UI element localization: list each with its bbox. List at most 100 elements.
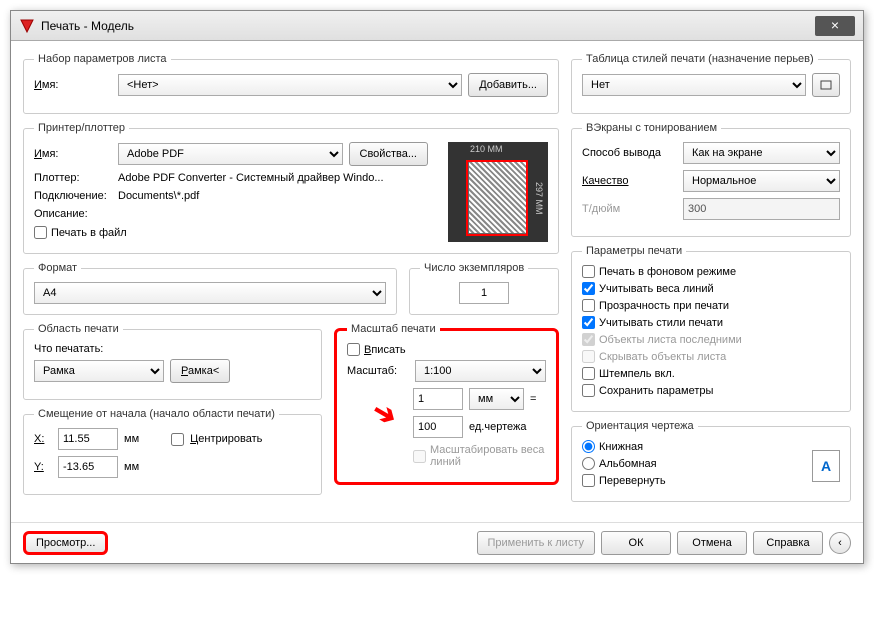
printer-legend: Принтер/плоттер xyxy=(34,122,129,134)
shade-mode-select[interactable]: Как на экране xyxy=(683,142,840,164)
scale-drawing-label: ед.чертежа xyxy=(469,421,526,433)
plot-options-group: Параметры печати Печать в фоновом режиме… xyxy=(571,245,851,412)
copies-input[interactable] xyxy=(459,282,509,304)
add-pagesetup-button[interactable]: Добавить... xyxy=(468,73,548,97)
offset-x-unit: мм xyxy=(124,433,139,445)
close-button[interactable]: × xyxy=(815,16,855,36)
edit-icon xyxy=(819,78,833,92)
offset-group: Смещение от начала (начало области печат… xyxy=(23,408,322,495)
opt-transparency-label: Прозрачность при печати xyxy=(599,300,729,312)
orientation-legend: Ориентация чертежа xyxy=(582,420,698,432)
page-setup-legend: Набор параметров листа xyxy=(34,53,171,65)
connection-label: Подключение: xyxy=(34,190,112,202)
opt-save-checkbox[interactable] xyxy=(582,384,595,397)
plot-window-button[interactable]: Рамка< xyxy=(170,359,230,383)
opt-save-label: Сохранить параметры xyxy=(599,385,713,397)
ok-button[interactable]: ОК xyxy=(601,531,671,555)
shaded-group: ВЭкраны с тонированием Способ вывода Как … xyxy=(571,122,851,237)
app-icon xyxy=(19,18,35,34)
paper-size-select[interactable]: A4 xyxy=(34,282,386,304)
opt-lineweights-label: Учитывать веса линий xyxy=(599,283,714,295)
plot-what-label: Что печатать: xyxy=(34,343,311,355)
quality-label: Качество xyxy=(582,175,677,187)
printer-name-label: Имя: xyxy=(34,148,112,160)
plotstyle-select[interactable]: Нет xyxy=(582,74,806,96)
opt-stamp-label: Штемпель вкл. xyxy=(599,368,675,380)
fit-label: Вписать xyxy=(364,344,406,356)
orientation-upside-checkbox[interactable] xyxy=(582,474,595,487)
plot-area-group: Область печати Что печатать: Рамка Рамка… xyxy=(23,323,322,400)
plotstyle-group: Таблица стилей печати (назначение перьев… xyxy=(571,53,851,114)
center-checkbox[interactable] xyxy=(171,433,184,446)
orientation-preview-icon: A xyxy=(812,450,840,482)
orientation-landscape-label: Альбомная xyxy=(599,458,657,470)
scale-lineweights-label: Масштабировать веса линий xyxy=(430,444,546,468)
connection-value: Documents\*.pdf xyxy=(118,190,199,202)
pagesetup-name-label: Имя: xyxy=(34,79,112,91)
cancel-button[interactable]: Отмена xyxy=(677,531,747,555)
scale-unit-select[interactable]: мм xyxy=(469,388,524,410)
offset-x-label: X: xyxy=(34,433,52,445)
orientation-landscape-radio[interactable] xyxy=(582,457,595,470)
opt-plotstyles-label: Учитывать стили печати xyxy=(599,317,723,329)
scale-drawing-input[interactable] xyxy=(413,416,463,438)
plotter-value: Adobe PDF Converter - Системный драйвер … xyxy=(118,172,384,184)
print-dialog: Печать - Модель × Набор параметров листа… xyxy=(10,10,864,564)
printer-group: Принтер/плоттер Имя: Adobe PDF Свойства.… xyxy=(23,122,559,254)
orientation-upside-label: Перевернуть xyxy=(599,475,666,487)
center-label: Центрировать xyxy=(190,433,262,445)
copies-legend: Число экземпляров xyxy=(420,262,528,274)
window-title: Печать - Модель xyxy=(41,19,815,33)
annotation-arrow-icon: ➔ xyxy=(366,393,403,433)
plotstyle-edit-button[interactable] xyxy=(812,73,840,97)
plotstyle-legend: Таблица стилей печати (назначение перьев… xyxy=(582,53,818,65)
scale-equals: = xyxy=(530,393,536,405)
orientation-group: Ориентация чертежа Книжная Альбомная Пер… xyxy=(571,420,851,502)
print-to-file-label: Печать в файл xyxy=(51,227,127,239)
dialog-footer: Просмотр... Применить к листу ОК Отмена … xyxy=(11,522,863,563)
opt-stamp-checkbox[interactable] xyxy=(582,367,595,380)
scale-select[interactable]: 1:100 xyxy=(415,360,546,382)
scale-lineweights-checkbox xyxy=(413,450,426,463)
scale-unit-input[interactable] xyxy=(413,388,463,410)
pagesetup-name-select[interactable]: <Нет> xyxy=(118,74,462,96)
offset-legend: Смещение от начала (начало области печат… xyxy=(34,408,279,420)
paper-size-group: Формат A4 xyxy=(23,262,397,315)
help-button[interactable]: Справка xyxy=(753,531,823,555)
print-to-file-checkbox[interactable] xyxy=(34,226,47,239)
opt-lineweights-checkbox[interactable] xyxy=(582,282,595,295)
quality-select[interactable]: Нормальное xyxy=(683,170,840,192)
opt-hide-checkbox xyxy=(582,350,595,363)
collapse-button[interactable]: ‹ xyxy=(829,532,851,554)
titlebar: Печать - Модель × xyxy=(11,11,863,41)
orientation-portrait-radio[interactable] xyxy=(582,440,595,453)
plot-area-select[interactable]: Рамка xyxy=(34,360,164,382)
offset-x-input[interactable] xyxy=(58,428,118,450)
shade-mode-label: Способ вывода xyxy=(582,147,677,159)
opt-background-checkbox[interactable] xyxy=(582,265,595,278)
opt-background-label: Печать в фоновом режиме xyxy=(599,266,736,278)
printer-props-button[interactable]: Свойства... xyxy=(349,142,428,166)
preview-button[interactable]: Просмотр... xyxy=(23,531,108,555)
paper-size-legend: Формат xyxy=(34,262,81,274)
opt-paperspace-checkbox xyxy=(582,333,595,346)
apply-button: Применить к листу xyxy=(477,531,596,555)
opt-plotstyles-checkbox[interactable] xyxy=(582,316,595,329)
orientation-portrait-label: Книжная xyxy=(599,441,643,453)
printer-name-select[interactable]: Adobe PDF xyxy=(118,143,343,165)
chevron-left-icon: ‹ xyxy=(838,537,842,549)
offset-y-input[interactable] xyxy=(58,456,118,478)
scale-legend: Масштаб печати xyxy=(347,323,440,335)
paper-preview: 210 MM 297 MM xyxy=(448,142,548,242)
fit-checkbox[interactable] xyxy=(347,343,360,356)
page-setup-group: Набор параметров листа Имя: <Нет> Добави… xyxy=(23,53,559,114)
shaded-legend: ВЭкраны с тонированием xyxy=(582,122,721,134)
opt-transparency-checkbox[interactable] xyxy=(582,299,595,312)
copies-group: Число экземпляров xyxy=(409,262,559,315)
plotter-label: Плоттер: xyxy=(34,172,112,184)
scale-label: Масштаб: xyxy=(347,365,409,377)
plot-options-legend: Параметры печати xyxy=(582,245,686,257)
offset-y-unit: мм xyxy=(124,461,139,473)
description-label: Описание: xyxy=(34,208,112,220)
opt-paperspace-label: Объекты листа последними xyxy=(599,334,742,346)
